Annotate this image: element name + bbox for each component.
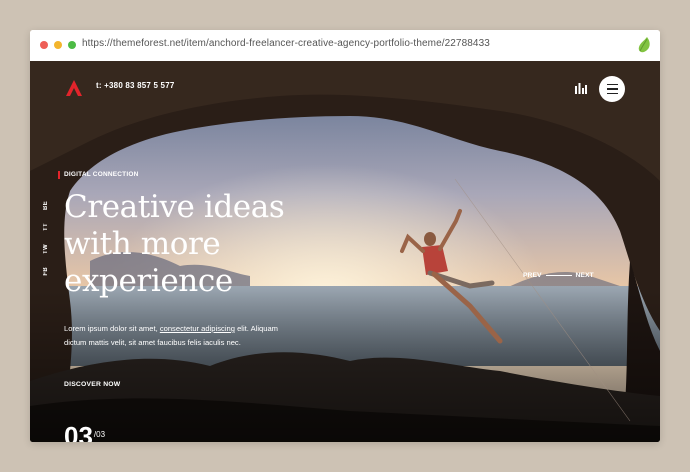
kicker-accent-bar (58, 171, 60, 179)
hero-paragraph: Lorem ipsum dolor sit amet, consectetur … (64, 322, 294, 350)
envato-leaf-icon (638, 37, 650, 53)
paragraph-link[interactable]: consectetur adipiscing (160, 324, 235, 333)
hero-kicker: DIGITAL CONNECTION (64, 171, 139, 178)
address-bar[interactable]: https://themeforest.net/item/anchord-fre… (82, 38, 490, 49)
social-link-twitter[interactable]: TW (43, 244, 49, 254)
maximize-window-button[interactable] (68, 41, 76, 49)
hero-section: t: +380 83 857 5 577 BE TT TW FB DIGITAL… (30, 61, 660, 442)
paragraph-text-start: Lorem ipsum dolor sit amet, (64, 324, 160, 333)
headline-line-3: experience (64, 263, 233, 299)
headline-line-1: Creative ideas (64, 189, 285, 225)
headline-line-2: with more (64, 226, 221, 262)
next-slide-button[interactable]: NEXT (576, 272, 594, 279)
phone-number[interactable]: t: +380 83 857 5 577 (96, 81, 175, 90)
slider-nav-divider (545, 275, 572, 276)
social-link-facebook[interactable]: FB (43, 267, 49, 276)
hero-headline: Creative ideas with more experience (64, 189, 304, 300)
minimize-window-button[interactable] (54, 41, 62, 49)
anchord-logo[interactable] (64, 79, 84, 97)
slide-counter: 03/03 (64, 423, 105, 442)
browser-toolbar: https://themeforest.net/item/anchord-fre… (30, 30, 660, 62)
social-link-behance[interactable]: BE (43, 201, 49, 210)
close-window-button[interactable] (40, 41, 48, 49)
prev-slide-button[interactable]: PREV (523, 272, 542, 279)
bar-chart-icon[interactable] (575, 83, 587, 94)
slide-current: 03 (64, 421, 93, 442)
hamburger-menu-icon (606, 82, 618, 96)
browser-window: https://themeforest.net/item/anchord-fre… (30, 30, 660, 442)
social-links: BE TT TW FB (41, 201, 51, 288)
discover-now-link[interactable]: DISCOVER NOW (64, 381, 120, 388)
slider-nav: PREV NEXT (523, 272, 594, 279)
slide-total: /03 (93, 430, 106, 439)
hamburger-menu-button[interactable] (599, 76, 625, 102)
social-link-tt[interactable]: TT (43, 223, 49, 231)
